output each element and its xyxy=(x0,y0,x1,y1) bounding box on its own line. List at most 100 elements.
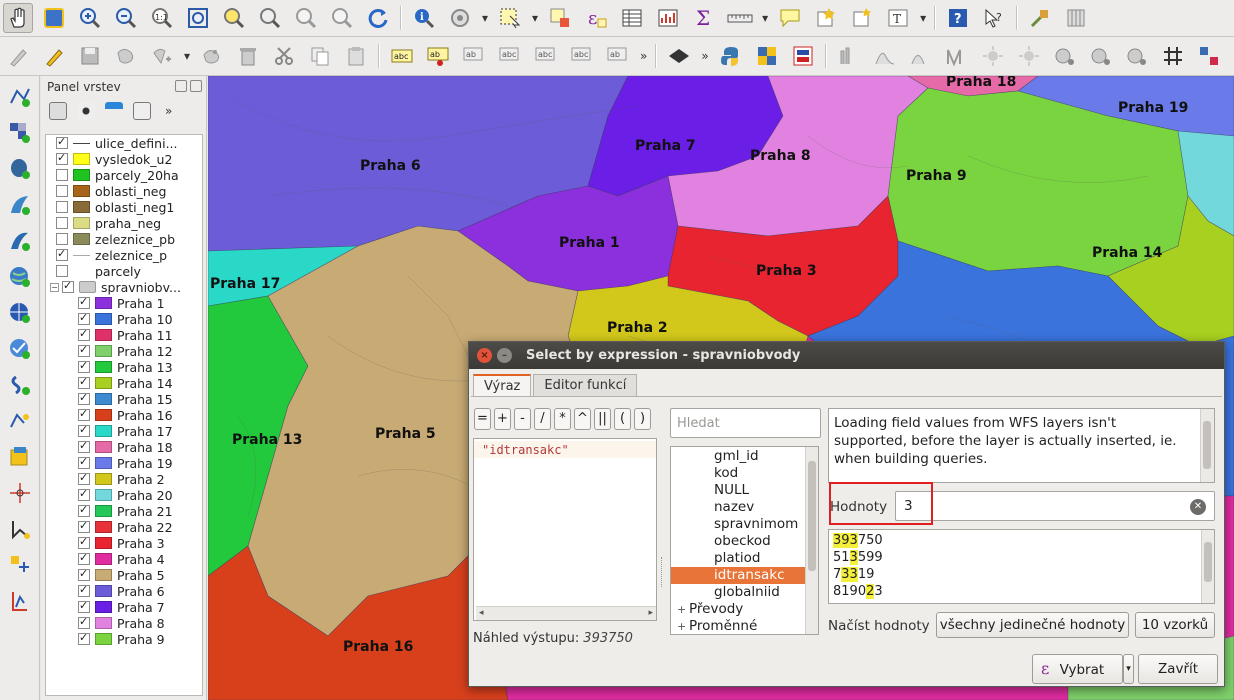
dropdown-arrow-icon[interactable]: ▾ xyxy=(762,11,768,25)
category-visibility-checkbox[interactable] xyxy=(78,359,90,373)
pin-label-icon[interactable]: ab xyxy=(423,41,453,71)
add-mssql-layer-icon[interactable] xyxy=(5,226,35,256)
value-item[interactable]: 393750 xyxy=(833,532,1214,549)
plugin-tool-icon[interactable] xyxy=(1025,3,1055,33)
zoom-next-icon[interactable] xyxy=(327,3,357,33)
category-row[interactable]: Praha 7 xyxy=(46,599,202,615)
sun-alt-tool-icon[interactable] xyxy=(1014,41,1044,71)
vector-tool-2-icon[interactable] xyxy=(1086,41,1116,71)
layer-style-icon[interactable] xyxy=(664,41,694,71)
tree-vscrollbar[interactable] xyxy=(805,447,818,634)
values-vscrollbar[interactable] xyxy=(1201,530,1214,603)
function-group-item[interactable]: + Převody xyxy=(671,601,818,618)
category-visibility-checkbox[interactable] xyxy=(78,327,90,341)
tree-scroll-thumb[interactable] xyxy=(808,461,816,571)
scroll-left-icon[interactable]: ◂ xyxy=(479,608,484,618)
operator-button[interactable]: * xyxy=(554,408,571,430)
category-visibility-checkbox[interactable] xyxy=(78,615,90,629)
category-row[interactable]: Praha 19 xyxy=(46,455,202,471)
georeferencer-icon[interactable] xyxy=(5,550,35,580)
map-tips-icon[interactable] xyxy=(775,3,805,33)
node-edit-icon[interactable] xyxy=(5,514,35,544)
plugin-grid-icon[interactable] xyxy=(1061,3,1091,33)
value-item[interactable]: 73319 xyxy=(833,566,1214,583)
zoom-selection-icon[interactable] xyxy=(219,3,249,33)
grid-tool-icon[interactable] xyxy=(1158,41,1188,71)
operator-button[interactable]: || xyxy=(594,408,611,430)
category-visibility-checkbox[interactable] xyxy=(78,631,90,645)
layer-visibility-checkbox[interactable] xyxy=(56,135,68,149)
label-tool-icon[interactable]: abc xyxy=(387,41,417,71)
add-wms-layer-icon[interactable] xyxy=(5,262,35,292)
layer-visibility-checkbox[interactable] xyxy=(56,233,68,245)
profile-tool-icon[interactable] xyxy=(870,41,900,71)
sun-tool-icon[interactable] xyxy=(978,41,1008,71)
more-tools-icon[interactable]: » xyxy=(640,49,647,63)
function-group-item[interactable]: + Proměnné xyxy=(671,618,818,634)
operator-button[interactable]: / xyxy=(534,408,551,430)
add-raster-layer-icon[interactable] xyxy=(5,118,35,148)
zoom-native-icon[interactable]: 1:1 xyxy=(147,3,177,33)
layer-visibility-checkbox[interactable] xyxy=(62,279,74,293)
help-vscrollbar[interactable] xyxy=(1200,409,1214,482)
sum-icon[interactable]: Σ xyxy=(689,3,719,33)
layer-group-row[interactable]: − spravniobv... xyxy=(46,279,202,295)
category-row[interactable]: Praha 22 xyxy=(46,519,202,535)
category-visibility-checkbox[interactable] xyxy=(78,311,90,325)
layer-row[interactable]: vysledok_u2 xyxy=(46,151,202,167)
clear-filter-icon[interactable]: ✕ xyxy=(1190,499,1206,515)
category-visibility-checkbox[interactable] xyxy=(78,407,90,421)
category-visibility-checkbox[interactable] xyxy=(78,423,90,437)
grid-plugin-icon[interactable] xyxy=(752,41,782,71)
field-item[interactable]: kod xyxy=(671,465,818,482)
category-visibility-checkbox[interactable] xyxy=(78,375,90,389)
category-visibility-checkbox[interactable] xyxy=(78,583,90,597)
pan-to-selection-icon[interactable] xyxy=(39,3,69,33)
text-annotation-icon[interactable]: T xyxy=(883,3,913,33)
category-visibility-checkbox[interactable] xyxy=(78,519,90,533)
collapse-icon[interactable]: − xyxy=(50,282,59,292)
float-panel-icon[interactable] xyxy=(175,80,187,92)
expression-editor[interactable]: "idtransakc" ◂ ▸ xyxy=(473,438,657,621)
scale-tool-icon[interactable] xyxy=(942,41,972,71)
histogram-tool-icon[interactable] xyxy=(834,41,864,71)
show-hide-label-icon[interactable]: abc xyxy=(495,41,525,71)
category-row[interactable]: Praha 5 xyxy=(46,567,202,583)
expand-all-icon[interactable] xyxy=(133,102,151,120)
category-visibility-checkbox[interactable] xyxy=(78,551,90,565)
zoom-full-icon[interactable] xyxy=(183,3,213,33)
zoom-in-icon[interactable] xyxy=(75,3,105,33)
select-button[interactable]: ε Vybrat xyxy=(1032,654,1123,684)
vector-tool-icon[interactable] xyxy=(1050,41,1080,71)
paste-features-icon[interactable] xyxy=(341,41,371,71)
save-edits-icon[interactable] xyxy=(75,41,105,71)
expand-icon[interactable]: + xyxy=(677,601,689,618)
more-tools-icon[interactable]: » xyxy=(165,104,172,118)
category-row[interactable]: Praha 2 xyxy=(46,471,202,487)
highlight-label-icon[interactable]: ab xyxy=(459,41,489,71)
category-row[interactable]: Praha 11 xyxy=(46,327,202,343)
splitter-handle[interactable] xyxy=(661,557,664,587)
vector-tool-3-icon[interactable] xyxy=(1122,41,1152,71)
tab-expression[interactable]: Výraz xyxy=(473,374,532,396)
measure-icon[interactable] xyxy=(725,3,755,33)
copy-features-icon[interactable] xyxy=(305,41,335,71)
layer-visibility-checkbox[interactable] xyxy=(56,169,68,181)
identify-icon[interactable]: i xyxy=(409,3,439,33)
category-visibility-checkbox[interactable] xyxy=(78,599,90,613)
layer-visibility-checkbox[interactable] xyxy=(56,247,68,261)
new-bookmark-icon[interactable] xyxy=(811,3,841,33)
add-spatialite-layer-icon[interactable] xyxy=(5,190,35,220)
toggle-editing-icon[interactable] xyxy=(39,41,69,71)
operator-button[interactable]: = xyxy=(474,408,491,430)
values-scroll-thumb[interactable] xyxy=(1204,542,1212,582)
layer-visibility-checkbox[interactable] xyxy=(56,201,68,213)
all-unique-values-button[interactable]: všechny jedinečné hodnoty xyxy=(936,612,1129,638)
scroll-right-icon[interactable]: ▸ xyxy=(648,608,653,618)
cut-features-icon[interactable] xyxy=(269,41,299,71)
pan-map-icon[interactable] xyxy=(3,3,33,33)
operator-button[interactable]: - xyxy=(514,408,531,430)
change-label-icon[interactable]: ab xyxy=(603,41,633,71)
category-row[interactable]: Praha 17 xyxy=(46,423,202,439)
category-row[interactable]: Praha 14 xyxy=(46,375,202,391)
